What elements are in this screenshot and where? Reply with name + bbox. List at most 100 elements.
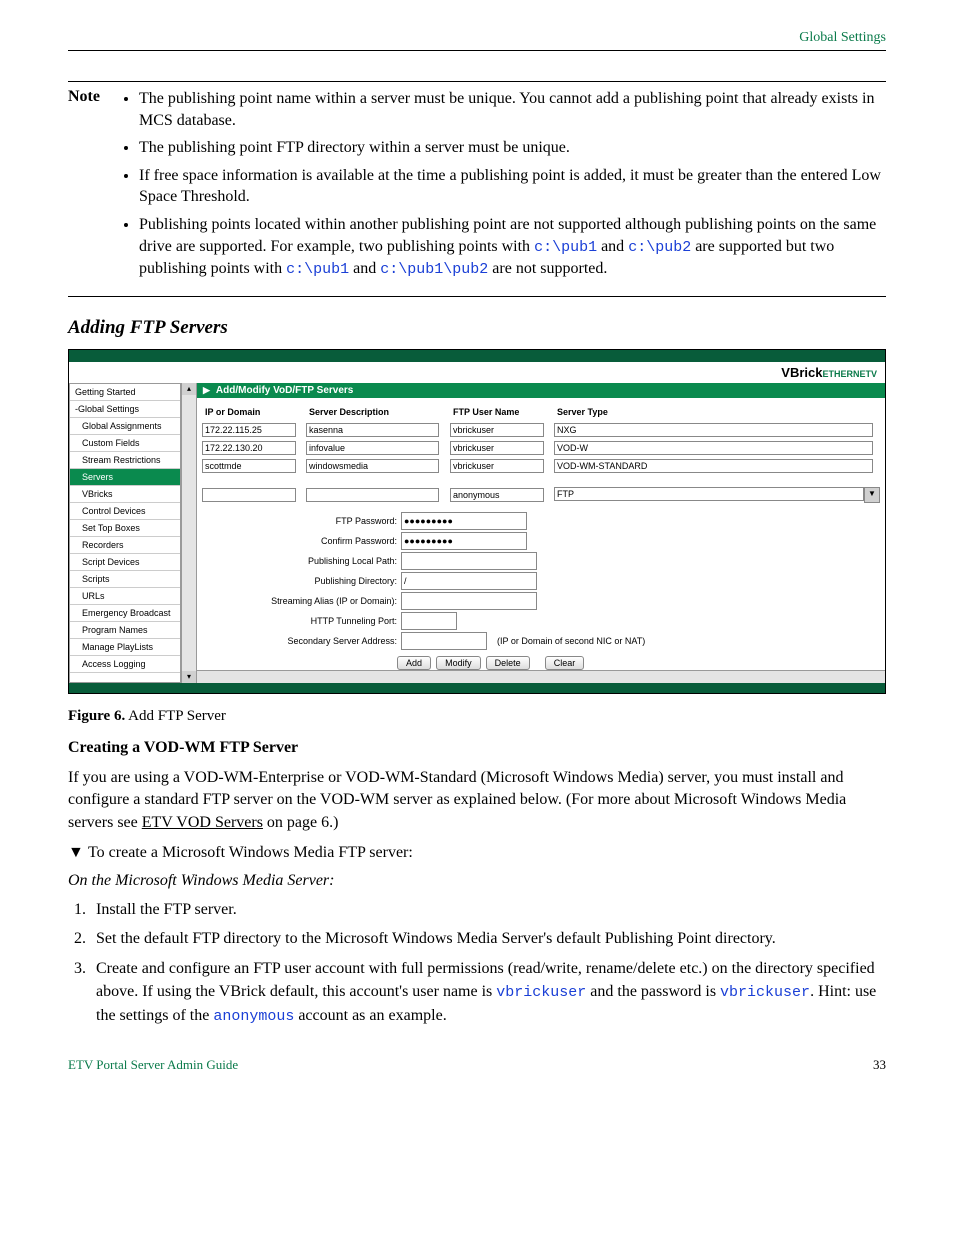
label-local-path: Publishing Local Path:: [197, 556, 401, 566]
main-scrollbar[interactable]: [197, 670, 885, 683]
page-header: Global Settings: [68, 30, 886, 46]
figure-caption: Figure 6. Add FTP Server: [68, 708, 886, 725]
sidebar-item[interactable]: Control Devices: [70, 503, 180, 520]
page-number: 33: [873, 1057, 886, 1073]
table-row: [199, 422, 883, 438]
procedure-intro: ▼To create a Microsoft Windows Media FTP…: [68, 844, 886, 862]
note-label: Note: [68, 88, 123, 286]
sidebar-item[interactable]: Emergency Broadcast: [70, 605, 180, 622]
note-item: The publishing point name within a serve…: [139, 88, 886, 131]
confirm-password-input[interactable]: [401, 532, 527, 550]
col-desc: Server Description: [303, 404, 445, 420]
sidebar-scrollbar[interactable]: ▴ ▾: [181, 383, 197, 683]
label-tunnel: HTTP Tunneling Port:: [197, 616, 401, 626]
code-inline: anonymous: [213, 1008, 294, 1025]
type-cell[interactable]: [554, 441, 873, 455]
arrow-right-icon: ▶: [203, 385, 210, 396]
alias-input[interactable]: [401, 592, 537, 610]
code-path: c:\pub1\pub2: [380, 261, 488, 278]
section-heading: Adding FTP Servers: [68, 317, 886, 339]
label-alias: Streaming Alias (IP or Domain):: [197, 596, 401, 606]
app-screenshot: VBrickETHERNETV Getting Started-Global S…: [68, 349, 886, 694]
link-etv-vod[interactable]: ETV VOD Servers: [142, 814, 263, 831]
modify-button[interactable]: Modify: [436, 656, 481, 670]
pub-dir-input[interactable]: [401, 572, 537, 590]
desc-cell[interactable]: [306, 441, 439, 455]
sidebar-item[interactable]: Recorders: [70, 537, 180, 554]
step-item: Create and configure an FTP user account…: [90, 957, 886, 1028]
triangle-down-icon: ▼: [68, 844, 88, 862]
sidebar-item[interactable]: Script Devices: [70, 554, 180, 571]
secondary-input[interactable]: [401, 632, 487, 650]
footer-title: ETV Portal Server Admin Guide: [68, 1057, 238, 1073]
ftp-password-input[interactable]: [401, 512, 527, 530]
sidebar-item[interactable]: -Global Settings: [70, 401, 180, 418]
user-cell[interactable]: [450, 441, 544, 455]
note-item: If free space information is available a…: [139, 165, 886, 208]
step-item: Set the default FTP directory to the Mic…: [90, 927, 886, 950]
context-label: On the Microsoft Windows Media Server:: [68, 872, 886, 890]
code-path: c:\pub1: [534, 239, 597, 256]
vbrick-logo: VBrickETHERNETV: [69, 362, 885, 383]
subsection-heading: Creating a VOD-WM FTP Server: [68, 739, 886, 757]
desc-input[interactable]: [306, 488, 439, 502]
label-ftp-password: FTP Password:: [197, 516, 401, 526]
code-path: c:\pub1: [286, 261, 349, 278]
body-paragraph: If you are using a VOD-WM-Enterprise or …: [68, 767, 886, 834]
code-inline: vbrickuser: [496, 984, 586, 1001]
dropdown-icon[interactable]: ▼: [864, 487, 880, 503]
col-type: Server Type: [551, 404, 883, 420]
clear-button[interactable]: Clear: [545, 656, 585, 670]
table-row: [199, 458, 883, 474]
desc-cell[interactable]: [306, 459, 439, 473]
server-form: FTP Password: Confirm Password: Publishi…: [197, 512, 885, 670]
ip-cell[interactable]: [202, 423, 296, 437]
ip-input[interactable]: [202, 488, 296, 502]
secondary-note: (IP or Domain of second NIC or NAT): [497, 636, 645, 646]
ip-cell[interactable]: [202, 459, 296, 473]
scroll-up-icon[interactable]: ▴: [182, 383, 196, 395]
sidebar-item[interactable]: URLs: [70, 588, 180, 605]
code-path: c:\pub2: [628, 239, 691, 256]
table-row-new: ▼: [199, 486, 883, 504]
user-input[interactable]: [450, 488, 544, 502]
sidebar-item[interactable]: Set Top Boxes: [70, 520, 180, 537]
table-row: [199, 440, 883, 456]
note-block: Note The publishing point name within a …: [68, 81, 886, 297]
sidebar-item[interactable]: Program Names: [70, 622, 180, 639]
col-user: FTP User Name: [447, 404, 549, 420]
steps-list: Install the FTP server. Set the default …: [68, 898, 886, 1027]
sidebar-item[interactable]: Manage PlayLists: [70, 639, 180, 656]
user-cell[interactable]: [450, 459, 544, 473]
delete-button[interactable]: Delete: [486, 656, 530, 670]
sidebar-item[interactable]: VBricks: [70, 486, 180, 503]
ip-cell[interactable]: [202, 441, 296, 455]
servers-table: IP or Domain Server Description FTP User…: [197, 402, 885, 506]
type-select[interactable]: [554, 487, 864, 501]
header-rule: [68, 50, 886, 51]
sidebar-item[interactable]: Scripts: [70, 571, 180, 588]
type-cell[interactable]: [554, 423, 873, 437]
desc-cell[interactable]: [306, 423, 439, 437]
note-item: The publishing point FTP directory withi…: [139, 137, 886, 159]
add-button[interactable]: Add: [397, 656, 431, 670]
sidebar: Getting Started-Global SettingsGlobal As…: [69, 383, 181, 683]
sidebar-item[interactable]: Stream Restrictions: [70, 452, 180, 469]
local-path-input[interactable]: [401, 552, 537, 570]
sidebar-item[interactable]: Servers: [70, 469, 180, 486]
note-item: Publishing points located within another…: [139, 214, 886, 280]
sidebar-item[interactable]: Getting Started: [70, 384, 180, 401]
sidebar-item[interactable]: Access Logging: [70, 656, 180, 673]
label-secondary: Secondary Server Address:: [197, 636, 401, 646]
sidebar-item[interactable]: Global Assignments: [70, 418, 180, 435]
scroll-down-icon[interactable]: ▾: [182, 671, 196, 683]
type-cell[interactable]: [554, 459, 873, 473]
tunnel-input[interactable]: [401, 612, 457, 630]
col-ip: IP or Domain: [199, 404, 301, 420]
code-inline: vbrickuser: [720, 984, 810, 1001]
sidebar-item[interactable]: Custom Fields: [70, 435, 180, 452]
step-item: Install the FTP server.: [90, 898, 886, 921]
user-cell[interactable]: [450, 423, 544, 437]
page-footer: ETV Portal Server Admin Guide 33: [68, 1057, 886, 1073]
label-pub-dir: Publishing Directory:: [197, 576, 401, 586]
